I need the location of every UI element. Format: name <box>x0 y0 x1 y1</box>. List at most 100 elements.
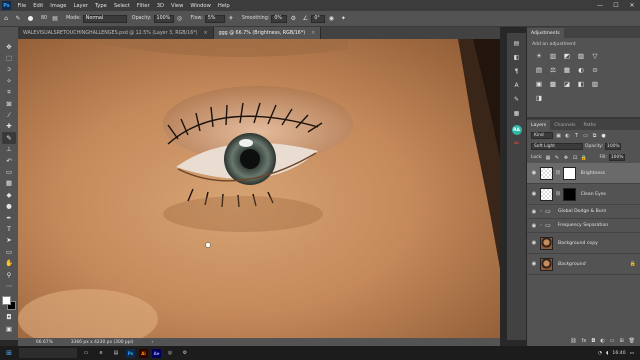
close-tab-icon[interactable]: × <box>204 31 208 36</box>
brushes-icon[interactable]: ✎ <box>510 93 523 105</box>
dodge-tool-icon[interactable]: ● <box>2 200 16 211</box>
brush-tool-icon[interactable]: ✎ <box>14 15 22 23</box>
foreground-color-swatch[interactable] <box>2 295 11 305</box>
fx-icon[interactable]: fx <box>582 338 587 344</box>
menu-edit[interactable]: Edit <box>30 3 47 9</box>
windows-start-icon[interactable]: ⊞ <box>3 347 15 359</box>
menu-file[interactable]: File <box>14 3 30 9</box>
layer-name[interactable]: Frequency Separation <box>558 223 608 228</box>
document-canvas[interactable] <box>18 39 500 338</box>
pressure-size-icon[interactable]: ◉ <box>327 15 335 23</box>
photoshop-taskbar-icon[interactable]: Ps <box>126 348 135 358</box>
type-filter-icon[interactable]: T <box>573 132 580 139</box>
menu-filter[interactable]: Filter <box>133 3 153 9</box>
layer-brightness[interactable]: ◉ ⛓ Brightness <box>527 163 640 184</box>
blur-tool-icon[interactable]: ◆ <box>2 189 16 200</box>
creative-cloud-icon[interactable]: ∞ <box>510 137 523 149</box>
menu-image[interactable]: Image <box>47 3 70 9</box>
tab-document-2[interactable]: ggg @ 66.7% (Brightness, RGB/16*) × <box>213 27 322 39</box>
group-global-dodge-burn[interactable]: ◉ › ▭ Global Dodge & Burn <box>527 205 640 219</box>
swatches-icon[interactable]: ▦ <box>510 107 523 119</box>
layer-name[interactable]: Background <box>558 262 586 267</box>
paragraph-icon[interactable]: ¶ <box>510 65 523 77</box>
notifications-icon[interactable]: ▭ <box>630 351 634 356</box>
file-explorer-icon[interactable]: ▤ <box>110 347 122 359</box>
lock-all-icon[interactable]: 🔒 <box>581 154 588 161</box>
retouching-plugin-icon[interactable]: RA <box>511 125 522 135</box>
smoothing-field[interactable]: 0% <box>271 14 288 23</box>
layer-name[interactable]: Global Dodge & Burn <box>558 209 606 214</box>
volume-icon[interactable]: ◖ <box>606 351 608 356</box>
settings-icon[interactable]: ⚙ <box>179 347 191 359</box>
color-swatches[interactable] <box>1 294 17 312</box>
tab-channels[interactable]: Channels <box>550 120 579 130</box>
exposure-icon[interactable]: ▨ <box>575 50 587 62</box>
quick-select-tool-icon[interactable]: ✧ <box>2 75 16 86</box>
pen-tool-icon[interactable]: ✒ <box>2 212 16 223</box>
layer-name[interactable]: Background copy <box>558 241 598 246</box>
new-layer-icon[interactable]: ⊞ <box>619 338 623 344</box>
history-icon[interactable]: ▤ <box>510 37 523 49</box>
blend-mode-select[interactable]: Soft Light <box>531 143 583 150</box>
mode-select[interactable]: Normal <box>82 14 127 23</box>
taskbar-search[interactable] <box>19 348 77 358</box>
tab-document-1[interactable]: WALEVISUALSRETOUCHINGHALLENGES.psd @ 12.… <box>18 27 214 39</box>
black-white-icon[interactable]: ▦ <box>561 64 573 76</box>
menu-type[interactable]: Type <box>91 3 110 9</box>
menu-view[interactable]: View <box>168 3 187 9</box>
airbrush-icon[interactable]: ✈ <box>227 15 235 23</box>
smoothing-settings-icon[interactable]: ⚙ <box>289 15 297 23</box>
new-group-icon[interactable]: ▭ <box>610 338 615 344</box>
lock-artboard-icon[interactable]: ⊡ <box>572 154 579 161</box>
status-arrow-icon[interactable]: › <box>151 340 153 345</box>
close-tab-icon[interactable]: × <box>311 31 315 36</box>
tab-paths[interactable]: Paths <box>579 120 600 130</box>
hue-saturation-icon[interactable]: ▤ <box>533 64 545 76</box>
more-tools-icon[interactable]: ⋯ <box>2 280 16 291</box>
photo-filter-icon[interactable]: ◐ <box>575 64 587 76</box>
layer-opacity-field[interactable]: 100% <box>605 143 622 150</box>
type-tool-icon[interactable]: T <box>2 223 16 234</box>
screen-mode-icon[interactable]: ▣ <box>2 323 16 334</box>
layer-mask-thumbnail[interactable] <box>562 187 576 201</box>
chrome-icon[interactable]: ◎ <box>164 347 176 359</box>
hand-tool-icon[interactable]: ✋ <box>2 257 16 268</box>
brush-tool-icon[interactable]: ✎ <box>2 132 16 144</box>
quick-mask-icon[interactable]: ◘ <box>2 312 16 323</box>
color-lookup-icon[interactable]: ▣ <box>533 78 545 90</box>
selective-color-icon[interactable]: ◨ <box>533 92 545 104</box>
move-tool-icon[interactable]: ✥ <box>2 41 16 52</box>
visibility-eye-icon[interactable]: ◉ <box>530 223 538 229</box>
new-adjustment-icon[interactable]: ◐ <box>600 338 604 344</box>
zoom-level[interactable]: 66.67% <box>36 340 53 345</box>
smart-object-filter-icon[interactable]: ⧉ <box>591 132 598 139</box>
after-effects-taskbar-icon[interactable]: Ae <box>152 348 161 358</box>
shape-tool-icon[interactable]: ▭ <box>2 246 16 257</box>
menu-window[interactable]: Window <box>187 3 214 9</box>
path-select-tool-icon[interactable]: ➤ <box>2 235 16 246</box>
gradient-tool-icon[interactable]: ▦ <box>2 178 16 189</box>
visibility-eye-icon[interactable]: ◉ <box>530 191 538 197</box>
layer-clean-eyes[interactable]: ◉ ⛓ Clean Eyes <box>527 184 640 205</box>
angle-field[interactable]: 0° <box>311 14 326 23</box>
layer-name[interactable]: Brightness <box>581 171 605 176</box>
channel-mixer-icon[interactable]: ⊙ <box>589 64 601 76</box>
eyedropper-tool-icon[interactable]: ⁄ <box>2 109 16 120</box>
symmetry-icon[interactable]: ✦ <box>339 15 347 23</box>
visibility-eye-icon[interactable]: ◉ <box>530 170 538 176</box>
vibrance-icon[interactable]: ▽ <box>589 50 601 62</box>
menu-select[interactable]: Select <box>110 3 133 9</box>
menu-help[interactable]: Help <box>214 3 233 9</box>
eraser-tool-icon[interactable]: ▭ <box>2 166 16 177</box>
layer-mask-thumbnail[interactable] <box>562 166 576 180</box>
wifi-icon[interactable]: ◔ <box>598 351 602 356</box>
visibility-eye-icon[interactable]: ◉ <box>530 209 538 215</box>
adjustment-filter-icon[interactable]: ◐ <box>564 132 571 139</box>
history-brush-tool-icon[interactable]: ↶ <box>2 155 16 166</box>
marquee-tool-icon[interactable]: ⬚ <box>2 52 16 63</box>
clone-stamp-tool-icon[interactable]: ⊥ <box>2 144 16 155</box>
brush-preset-picker[interactable] <box>26 15 34 23</box>
opacity-field[interactable]: 100% <box>153 14 174 23</box>
frame-tool-icon[interactable]: ⊠ <box>2 98 16 109</box>
pressure-opacity-icon[interactable]: ◎ <box>176 15 184 23</box>
